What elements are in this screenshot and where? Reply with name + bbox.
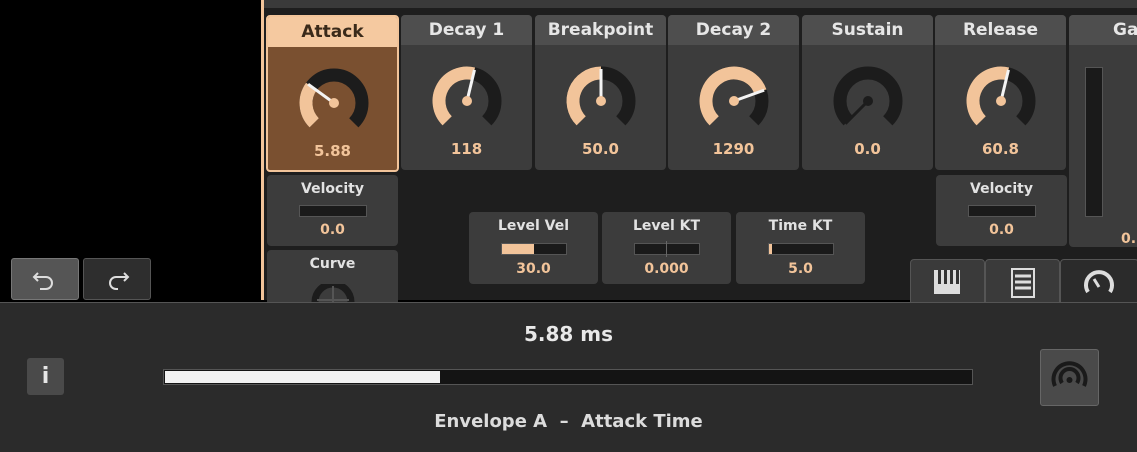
time-kt-slider[interactable] bbox=[768, 243, 834, 255]
time-kt-fill bbox=[769, 244, 773, 254]
stage-label: Sustain bbox=[802, 15, 933, 45]
stage-card-release[interactable]: Release 60.8 bbox=[935, 15, 1066, 170]
info-icon: i bbox=[41, 364, 50, 389]
list-icon bbox=[1011, 268, 1035, 298]
tab-list[interactable] bbox=[985, 259, 1060, 303]
level-vel-label: Level Vel bbox=[497, 218, 570, 234]
level-vel-slider[interactable] bbox=[501, 243, 567, 255]
tab-knob[interactable] bbox=[1060, 259, 1137, 303]
level-vel-control[interactable]: Level Vel 30.0 bbox=[469, 212, 598, 284]
center-marker bbox=[666, 241, 667, 257]
attack-velocity-control[interactable]: Velocity 0.0 bbox=[267, 175, 398, 246]
stage-label: Attack bbox=[268, 17, 397, 47]
stage-value: 50.0 bbox=[581, 140, 619, 158]
knob-icon bbox=[1084, 270, 1114, 294]
stage-card-decay2[interactable]: Decay 2 1290 bbox=[668, 15, 799, 170]
velocity-slider[interactable] bbox=[299, 205, 367, 217]
level-kt-label: Level KT bbox=[632, 218, 701, 234]
undo-icon bbox=[32, 272, 53, 290]
value-progress-fill bbox=[165, 371, 440, 383]
stage-card-decay1[interactable]: Decay 1 118 bbox=[401, 15, 532, 170]
velocity-value: 0.0 bbox=[989, 222, 1014, 238]
stage-label: Decay 2 bbox=[668, 15, 799, 45]
stage-label: Decay 1 bbox=[401, 15, 532, 45]
time-kt-control[interactable]: Time KT 5.0 bbox=[736, 212, 865, 284]
curve-label: Curve bbox=[309, 256, 356, 272]
knob-icon[interactable] bbox=[963, 63, 1039, 139]
parameter-name: Envelope A – Attack Time bbox=[434, 411, 703, 432]
piano-keys-icon bbox=[934, 270, 960, 294]
time-kt-value: 5.0 bbox=[788, 261, 813, 277]
stage-label: Release bbox=[935, 15, 1066, 45]
modulation-button[interactable] bbox=[1040, 349, 1099, 406]
time-kt-label: Time KT bbox=[768, 218, 833, 234]
level-kt-control[interactable]: Level KT 0.000 bbox=[602, 212, 731, 284]
info-button[interactable]: i bbox=[27, 358, 64, 395]
redo-icon bbox=[109, 272, 130, 290]
curve-knob-icon[interactable] bbox=[311, 284, 355, 302]
stage-label: Ga bbox=[1069, 15, 1137, 45]
stage-value: 0.0 bbox=[854, 140, 881, 158]
level-kt-slider[interactable] bbox=[634, 241, 700, 257]
stage-card-breakpoint[interactable]: Breakpoint 50.0 bbox=[535, 15, 666, 170]
stage-label: Breakpoint bbox=[535, 15, 666, 45]
velocity-label: Velocity bbox=[970, 181, 1033, 197]
release-velocity-control[interactable]: Velocity 0.0 bbox=[936, 175, 1067, 246]
knob-icon[interactable] bbox=[296, 65, 372, 141]
velocity-label: Velocity bbox=[301, 181, 364, 197]
gain-value: 0. bbox=[1121, 231, 1137, 247]
modulation-icon bbox=[1051, 361, 1088, 387]
level-kt-value: 0.000 bbox=[644, 261, 689, 277]
level-vel-fill bbox=[502, 244, 534, 254]
knob-icon[interactable] bbox=[696, 63, 772, 139]
value-progress-bar[interactable] bbox=[163, 369, 973, 385]
redo-button[interactable] bbox=[83, 258, 151, 300]
stage-card-sustain[interactable]: Sustain 0.0 bbox=[802, 15, 933, 170]
panel-top-strip bbox=[264, 0, 1137, 8]
value-readout: 5.88 ms bbox=[523, 322, 614, 346]
stage-value: 5.88 bbox=[313, 142, 351, 160]
level-vel-value: 30.0 bbox=[516, 261, 551, 277]
stage-card-attack[interactable]: Attack 5.88 bbox=[266, 15, 399, 172]
undo-button[interactable] bbox=[11, 258, 79, 300]
stage-value: 1290 bbox=[712, 140, 755, 158]
stage-card-gain[interactable]: Ga 0. bbox=[1069, 15, 1137, 247]
velocity-value: 0.0 bbox=[320, 222, 345, 238]
tab-keyboard[interactable] bbox=[910, 259, 985, 303]
gain-slider[interactable] bbox=[1085, 67, 1103, 217]
knob-icon[interactable] bbox=[830, 63, 906, 139]
velocity-slider[interactable] bbox=[968, 205, 1036, 217]
panel-accent-edge bbox=[261, 0, 264, 300]
knob-icon[interactable] bbox=[429, 63, 505, 139]
stage-value: 60.8 bbox=[981, 140, 1019, 158]
stage-value: 118 bbox=[450, 140, 483, 158]
attack-curve-control[interactable]: Curve bbox=[267, 250, 398, 302]
knob-icon[interactable] bbox=[563, 63, 639, 139]
